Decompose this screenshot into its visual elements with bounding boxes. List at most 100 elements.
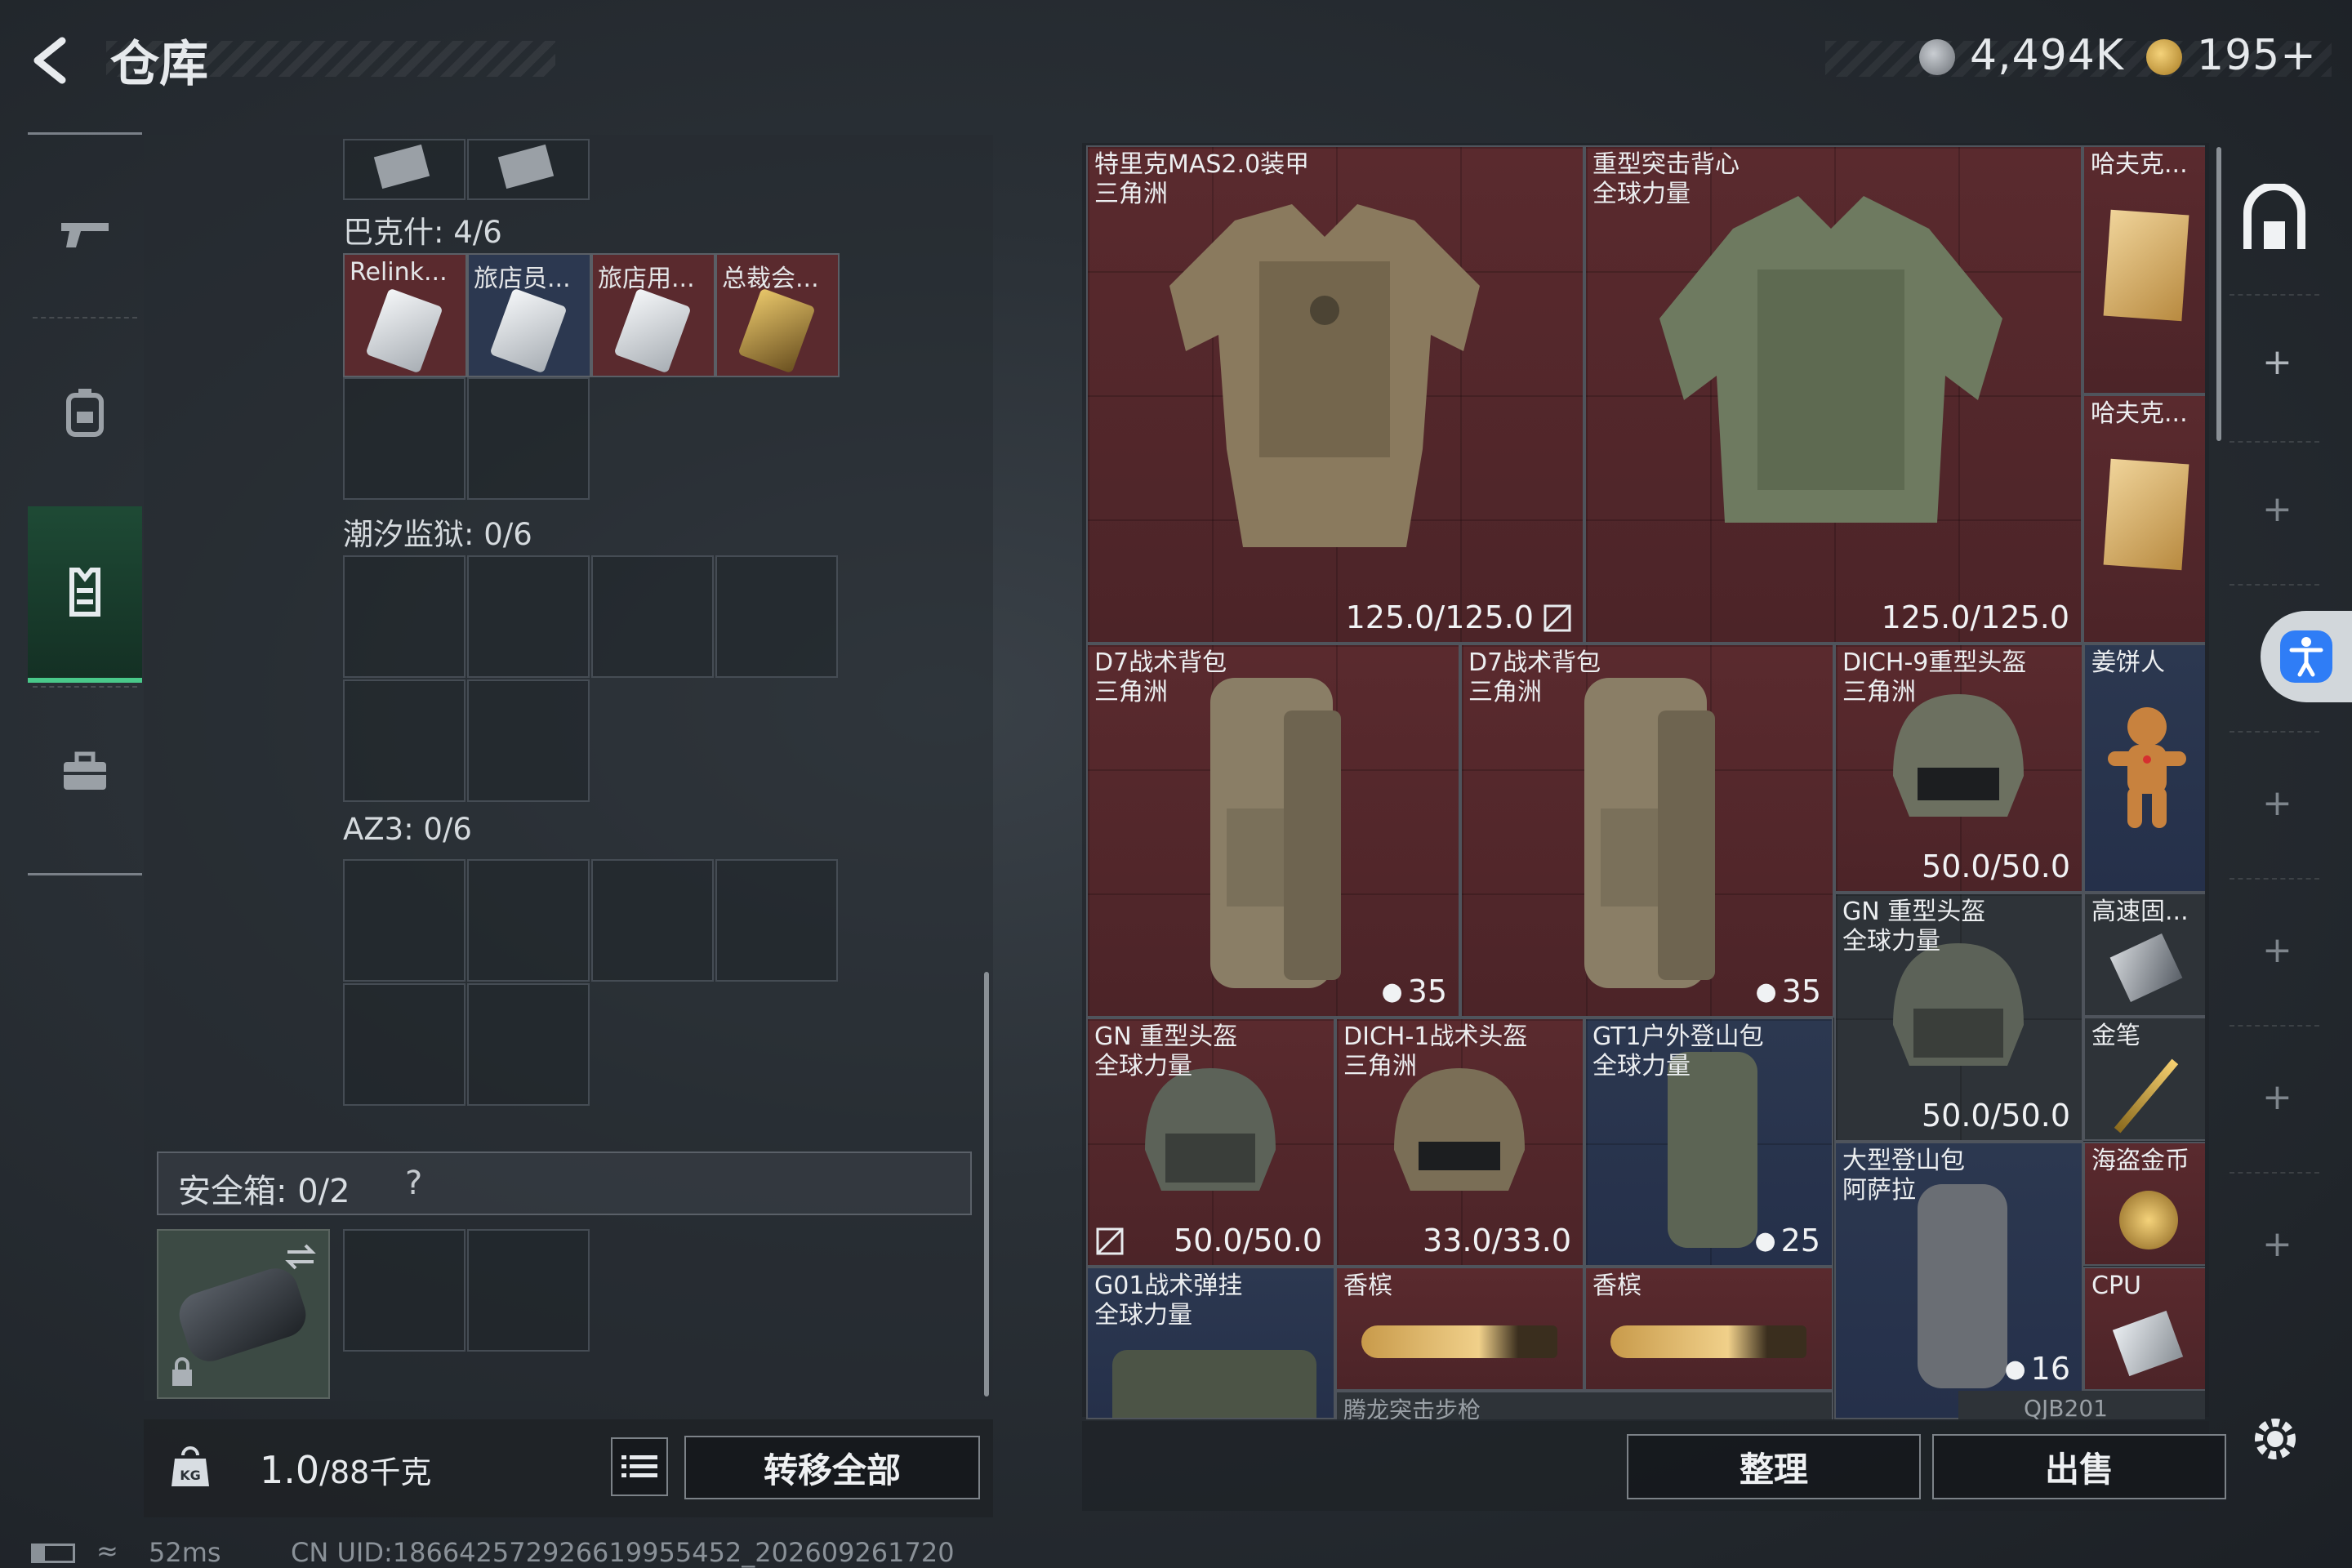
page-title: 仓库 — [110, 36, 208, 93]
grid-cell[interactable] — [715, 555, 838, 678]
tab-vests[interactable] — [28, 506, 142, 683]
currency-gold[interactable]: 195+ — [2197, 31, 2317, 80]
item-name: GN 重型头盔 全球力量 — [1842, 898, 1986, 956]
add-stash-button[interactable]: + — [2262, 341, 2292, 383]
currency-silver: 4,494K — [1970, 31, 2124, 80]
item-qjb201[interactable]: QJB201 — [1958, 1391, 2205, 1419]
transfer-all-button[interactable]: 转移全部 — [684, 1436, 980, 1499]
grid-cell[interactable] — [467, 555, 590, 678]
safe-box-slot[interactable] — [157, 1229, 330, 1399]
key-card-hotel-staff[interactable]: 旅店员... — [467, 253, 591, 377]
swap-icon[interactable] — [283, 1241, 318, 1273]
key-card-label: 总裁会... — [722, 265, 819, 293]
item-haavk-book-2[interactable]: 哈夫克... — [2082, 394, 2205, 644]
accessibility-button[interactable] — [2261, 611, 2352, 702]
key-card-label: 旅店员... — [474, 265, 571, 293]
champagne-icon — [1361, 1325, 1557, 1358]
safe-box-header: 安全箱: 0/2 ? — [157, 1152, 972, 1215]
item-name: CPU — [2091, 1272, 2141, 1300]
grid-cell[interactable] — [591, 555, 714, 678]
item-name: 重型突击背心 全球力量 — [1592, 150, 1740, 208]
item-g01-rig[interactable]: G01战术弹挂 全球力量 — [1086, 1267, 1335, 1419]
rig-icon — [1112, 1350, 1316, 1418]
settings-button[interactable] — [2247, 1411, 2303, 1470]
help-icon[interactable]: ? — [405, 1165, 422, 1202]
grid-cell[interactable] — [467, 859, 590, 982]
item-name: DICH-9重型头盔 三角洲 — [1842, 648, 2027, 706]
list-view-button[interactable] — [611, 1437, 668, 1496]
backpack-icon — [66, 389, 104, 437]
item-champagne-1[interactable]: 香槟 — [1335, 1267, 1584, 1391]
item-pirate-coin[interactable]: 海盗金币 — [2083, 1142, 2205, 1266]
drive-icon — [2109, 933, 2183, 1002]
item-tenglong-rifle[interactable]: 腾龙突击步枪 — [1335, 1391, 1833, 1419]
item-capacity: ● 35 — [1755, 973, 1821, 1009]
sell-button[interactable]: 出售 — [1932, 1434, 2226, 1499]
item-dich9-helmet[interactable]: DICH-9重型头盔 三角洲 50.0/50.0 — [1834, 644, 2083, 893]
silver-coin-icon — [1919, 39, 1955, 75]
grid-cell[interactable] — [343, 139, 466, 200]
grid-cell[interactable] — [467, 679, 590, 802]
body-armor-icon — [1659, 196, 2002, 523]
gear-icon — [2255, 1419, 2296, 1459]
capacity-icon: ● — [1755, 977, 1777, 1006]
left-scrollbar[interactable] — [984, 972, 989, 1396]
add-stash-button[interactable]: + — [2262, 488, 2292, 530]
grid-cell[interactable] — [467, 139, 590, 200]
grid-cell[interactable] — [591, 859, 714, 982]
item-name: 姜饼人 — [2091, 648, 2165, 677]
key-card-relink[interactable]: Relink... — [343, 253, 467, 377]
item-name: D7战术背包 三角洲 — [1094, 648, 1227, 706]
item-armor-mas2[interactable]: 特里克MAS2.0装甲 三角洲 125.0/125.0 — [1086, 145, 1584, 644]
key-card-label: 旅店用... — [598, 265, 695, 293]
right-scrollbar[interactable] — [2216, 147, 2221, 441]
grid-cell[interactable] — [343, 859, 466, 982]
key-card-president[interactable]: 总裁会... — [715, 253, 840, 377]
item-heavy-vest[interactable]: 重型突击背心 全球力量 125.0/125.0 — [1584, 145, 2082, 644]
safe-grid-cell[interactable] — [343, 1229, 466, 1352]
organize-button[interactable]: 整理 — [1627, 1434, 1921, 1499]
item-gt1-backpack[interactable]: GT1户外登山包 全球力量 ● 25 — [1584, 1018, 1833, 1267]
tab-backpacks[interactable] — [28, 327, 142, 498]
sidebar-divider — [33, 317, 137, 318]
add-stash-button[interactable]: + — [2262, 929, 2292, 971]
grid-cell[interactable] — [343, 555, 466, 678]
grid-cell[interactable] — [467, 377, 590, 500]
grid-cell[interactable] — [343, 377, 466, 500]
stash-container-button[interactable] — [2238, 182, 2311, 261]
svg-text:KG: KG — [180, 1468, 201, 1483]
grid-cell[interactable] — [343, 983, 466, 1106]
no-insure-icon — [1096, 1227, 1124, 1255]
key-card-hotel-use[interactable]: 旅店用... — [591, 253, 715, 377]
item-d7-backpack-2[interactable]: D7战术背包 三角洲 ● 35 — [1460, 644, 1834, 1018]
tab-cases[interactable] — [28, 686, 142, 858]
grid-cell[interactable] — [343, 679, 466, 802]
battery-icon — [31, 1544, 75, 1563]
item-name: 哈夫克... — [2091, 399, 2188, 428]
grid-cell[interactable] — [467, 983, 590, 1106]
back-button[interactable] — [23, 31, 80, 88]
rail-divider — [2230, 731, 2319, 733]
grid-cell[interactable] — [715, 859, 838, 982]
gingerbread-icon — [2108, 707, 2186, 828]
add-stash-button[interactable]: + — [2262, 782, 2292, 824]
safe-grid-cell[interactable] — [467, 1229, 590, 1352]
item-hdd[interactable]: 高速固... — [2083, 893, 2205, 1017]
item-gold-pen[interactable]: 金笔 — [2083, 1017, 2205, 1141]
add-stash-button[interactable]: + — [2262, 1076, 2292, 1118]
item-haavk-book-1[interactable]: 哈夫克... — [2082, 145, 2205, 394]
item-dich1-helmet[interactable]: DICH-1战术头盔 三角洲 33.0/33.0 — [1335, 1018, 1584, 1267]
tab-weapons[interactable] — [28, 147, 142, 318]
item-gn-helmet-1[interactable]: GN 重型头盔 全球力量 50.0/50.0 — [1834, 893, 2083, 1142]
item-large-backpack[interactable]: 大型登山包 阿萨拉 ● 16 — [1834, 1142, 2083, 1419]
weight-max: /88千克 — [319, 1454, 432, 1490]
item-d7-backpack-1[interactable]: D7战术背包 三角洲 ● 35 — [1086, 644, 1460, 1018]
item-gn-helmet-2[interactable]: GN 重型头盔 全球力量 50.0/50.0 — [1086, 1018, 1335, 1267]
keycard-icon — [497, 144, 555, 189]
item-gingerbread[interactable]: 姜饼人 — [2083, 644, 2205, 893]
item-champagne-2[interactable]: 香槟 — [1584, 1267, 1833, 1391]
add-stash-button[interactable]: + — [2262, 1223, 2292, 1265]
rail-divider — [2230, 878, 2319, 880]
pen-icon — [2114, 1058, 2179, 1134]
item-cpu[interactable]: CPU — [2083, 1267, 2205, 1391]
